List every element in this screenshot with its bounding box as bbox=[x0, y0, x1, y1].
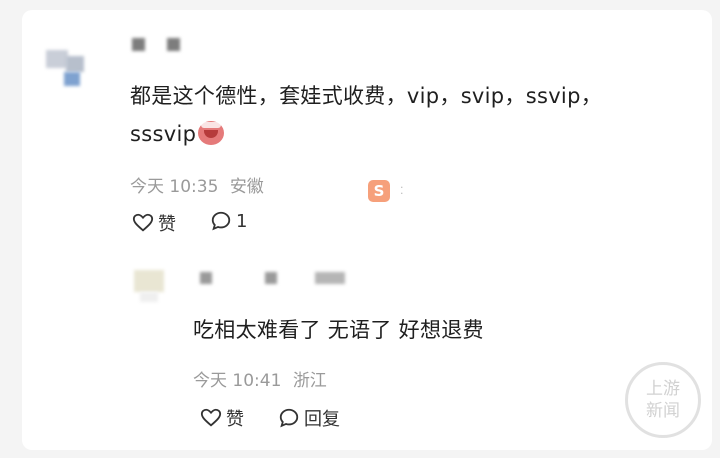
comment-location: 安徽 bbox=[229, 177, 264, 197]
comment-button[interactable]: 1 bbox=[210, 210, 247, 232]
speech-bubble-icon bbox=[279, 408, 299, 428]
reply-time: 今天 10:41 bbox=[193, 371, 282, 391]
watermark-logo: 上游 新闻 bbox=[625, 362, 701, 438]
speech-bubble-icon bbox=[211, 211, 231, 231]
sticker-badge-icon: S bbox=[368, 180, 390, 202]
like-label: 赞 bbox=[158, 214, 176, 235]
watermark-line2: 新闻 bbox=[646, 401, 680, 421]
reply-label: 回复 bbox=[304, 409, 340, 430]
crying-emoji-icon bbox=[198, 121, 225, 145]
reply-like-button[interactable]: 赞 bbox=[200, 405, 244, 431]
watermark-line1: 上游 bbox=[646, 379, 680, 399]
comment-text: 都是这个德性，套娃式收费，vip，svip，ssvip， bbox=[130, 84, 602, 108]
reply-like-label: 赞 bbox=[226, 409, 244, 430]
comment-text-cont: sssvip bbox=[130, 122, 197, 146]
comment-count: 1 bbox=[236, 210, 248, 232]
heart-icon bbox=[132, 213, 154, 232]
like-button[interactable]: 赞 bbox=[132, 210, 176, 236]
sticker-dots-icon: · · bbox=[400, 181, 404, 200]
sticker-letter: S bbox=[373, 182, 385, 200]
heart-icon bbox=[200, 408, 222, 427]
comment-time: 今天 10:35 bbox=[130, 177, 219, 197]
reply-location: 浙江 bbox=[292, 371, 327, 391]
reply-button[interactable]: 回复 bbox=[278, 405, 340, 431]
reply-text: 吃相太难看了 无语了 好想退费 bbox=[193, 318, 484, 342]
